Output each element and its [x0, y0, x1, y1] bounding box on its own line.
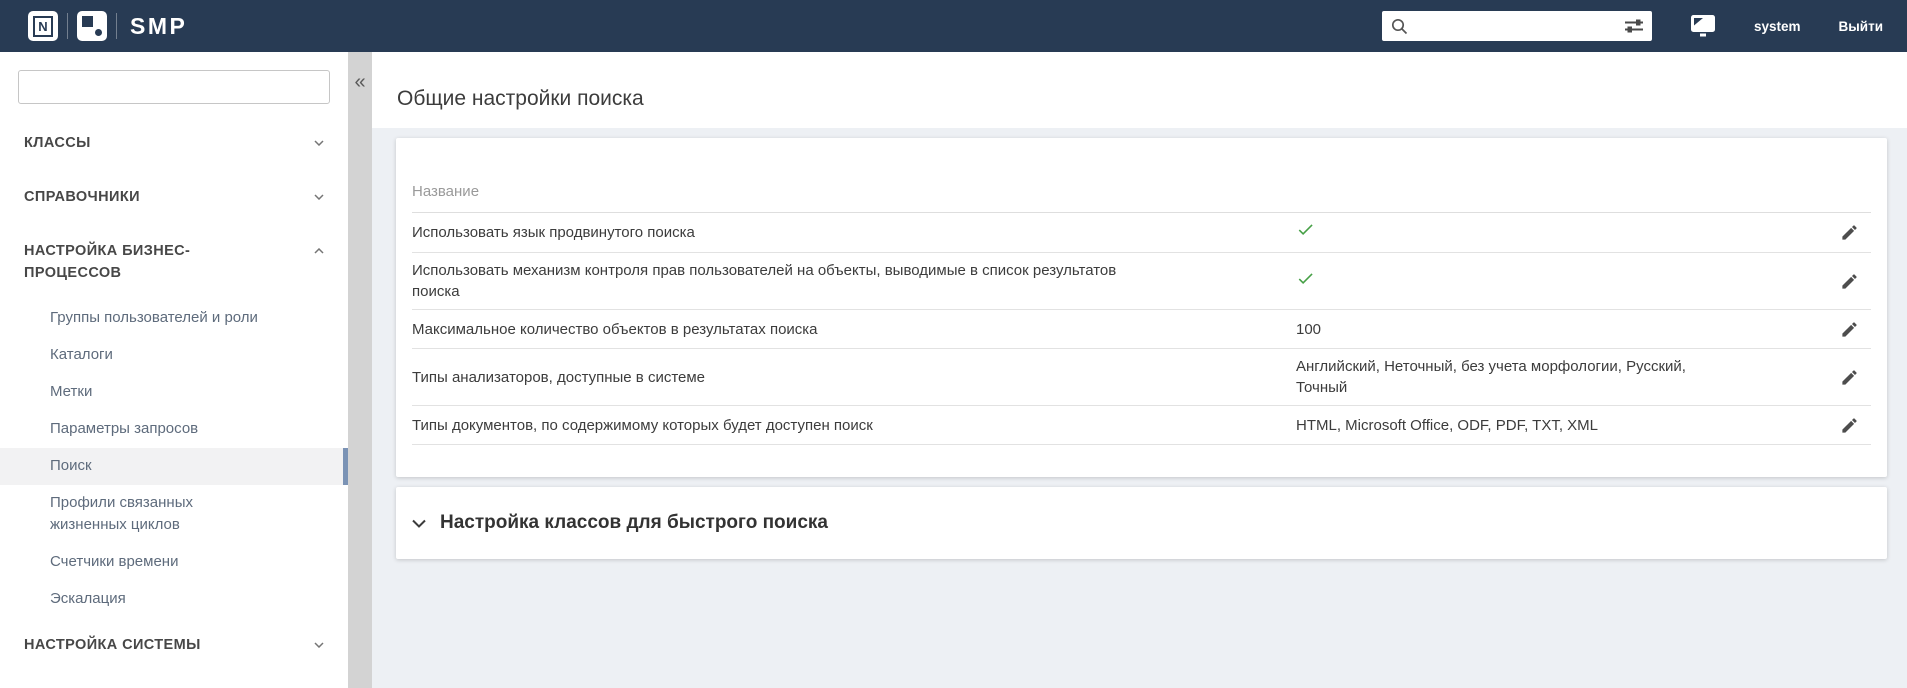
- logout-button[interactable]: Выйти: [1839, 19, 1884, 34]
- main-area: Общие настройки поиска Название Использо…: [372, 52, 1907, 688]
- table-row: Типы анализаторов, доступные в системе А…: [412, 349, 1871, 406]
- table-row: Типы документов, по содержимому которых …: [412, 406, 1871, 445]
- setting-value: [1296, 269, 1696, 294]
- pencil-icon: [1841, 321, 1857, 337]
- setting-label: Использовать язык продвинутого поиска: [412, 224, 695, 241]
- settings-table: Использовать язык продвинутого поиска Ис…: [412, 213, 1871, 445]
- table-row: Использовать механизм контроля прав поль…: [412, 253, 1871, 310]
- sidebar-item[interactable]: Эскалация: [0, 581, 348, 618]
- global-search-input[interactable]: [1413, 17, 1618, 35]
- sidebar-item[interactable]: Поиск: [0, 448, 348, 485]
- pencil-icon: [1841, 273, 1857, 289]
- pencil-icon: [1841, 225, 1857, 240]
- setting-label: Типы документов, по содержимому которых …: [412, 416, 873, 434]
- content: Название Использовать язык продвинутого …: [372, 128, 1907, 688]
- sidebar-item[interactable]: Группы пользователей и роли: [0, 300, 348, 337]
- brand-title: SMP: [130, 12, 188, 39]
- sidebar-section-header[interactable]: КЛАССЫ: [0, 116, 348, 170]
- chevron-down-icon: [314, 248, 324, 254]
- chevron-down-icon: [314, 642, 324, 648]
- naumen-mark-icon: [77, 11, 107, 41]
- sidebar-section-header[interactable]: СПРАВОЧНИКИ: [0, 170, 348, 224]
- current-user[interactable]: system: [1754, 19, 1801, 34]
- setting-value: HTML, Microsoft Office, ODF, PDF, TXT, X…: [1296, 416, 1598, 434]
- edit-button[interactable]: [1827, 221, 1871, 245]
- setting-label: Типы анализаторов, доступные в системе: [412, 368, 706, 386]
- table-header-name: Название: [412, 138, 1871, 213]
- brand: N SMP: [28, 11, 187, 41]
- naumen-n-logo-icon: N: [28, 11, 58, 41]
- sidebar-section-header[interactable]: НАСТРОЙКА БИЗНЕС-ПРОЦЕССОВ: [0, 224, 348, 300]
- search-filter-icon[interactable]: [1624, 16, 1644, 36]
- chevron-down-icon[interactable]: [412, 519, 426, 528]
- setting-value: [1296, 220, 1696, 245]
- interface-monitor-icon[interactable]: [1690, 13, 1716, 39]
- general-search-settings-card: Название Использовать язык продвинутого …: [396, 138, 1887, 477]
- table-row: Использовать язык продвинутого поиска: [412, 213, 1871, 253]
- setting-value: Английский, Неточный, без учета морфолог…: [1296, 358, 1686, 396]
- edit-button[interactable]: [1827, 269, 1871, 293]
- chevron-down-icon: [314, 194, 324, 200]
- sidebar: КЛАССЫ СПРАВОЧНИКИ НАСТРОЙКА БИЗНЕС-ПРОЦ…: [0, 52, 348, 688]
- divider: [67, 13, 68, 39]
- search-icon: [1391, 18, 1408, 35]
- collapse-sidebar-icon[interactable]: «: [348, 72, 372, 92]
- sidebar-collapse-strip[interactable]: «: [348, 52, 372, 688]
- sidebar-item[interactable]: Метки: [0, 374, 348, 411]
- edit-button[interactable]: [1827, 413, 1871, 437]
- pencil-icon: [1841, 417, 1857, 433]
- sidebar-search-input[interactable]: [18, 70, 330, 104]
- table-row: Максимальное количество объектов в резул…: [412, 310, 1871, 349]
- quick-search-classes-card[interactable]: Настройка классов для быстрого поиска: [396, 487, 1887, 559]
- sidebar-item[interactable]: Профили связанных жизненных циклов: [0, 485, 348, 544]
- page-title: Общие настройки поиска: [397, 87, 644, 110]
- edit-button[interactable]: [1827, 317, 1871, 341]
- check-icon: [1298, 272, 1313, 284]
- sidebar-item[interactable]: Параметры запросов: [0, 411, 348, 448]
- check-icon: [1298, 224, 1313, 236]
- divider: [116, 13, 117, 39]
- section-title: Настройка классов для быстрого поиска: [440, 512, 828, 533]
- page-header: Общие настройки поиска: [372, 52, 1907, 128]
- setting-label: Использовать механизм контроля прав поль…: [412, 262, 1117, 300]
- sidebar-nav: КЛАССЫ СПРАВОЧНИКИ НАСТРОЙКА БИЗНЕС-ПРОЦ…: [0, 104, 348, 672]
- topbar: N SMP system Выйти: [0, 0, 1907, 52]
- sidebar-item[interactable]: Счетчики времени: [0, 544, 348, 581]
- setting-value: 100: [1296, 320, 1322, 338]
- edit-button[interactable]: [1827, 365, 1871, 389]
- pencil-icon: [1841, 369, 1857, 385]
- chevron-down-icon: [314, 140, 324, 146]
- sidebar-item[interactable]: Каталоги: [0, 337, 348, 374]
- sidebar-section-header[interactable]: НАСТРОЙКА СИСТЕМЫ: [0, 618, 348, 672]
- global-search: [1381, 11, 1652, 41]
- setting-label: Максимальное количество объектов в резул…: [412, 320, 818, 338]
